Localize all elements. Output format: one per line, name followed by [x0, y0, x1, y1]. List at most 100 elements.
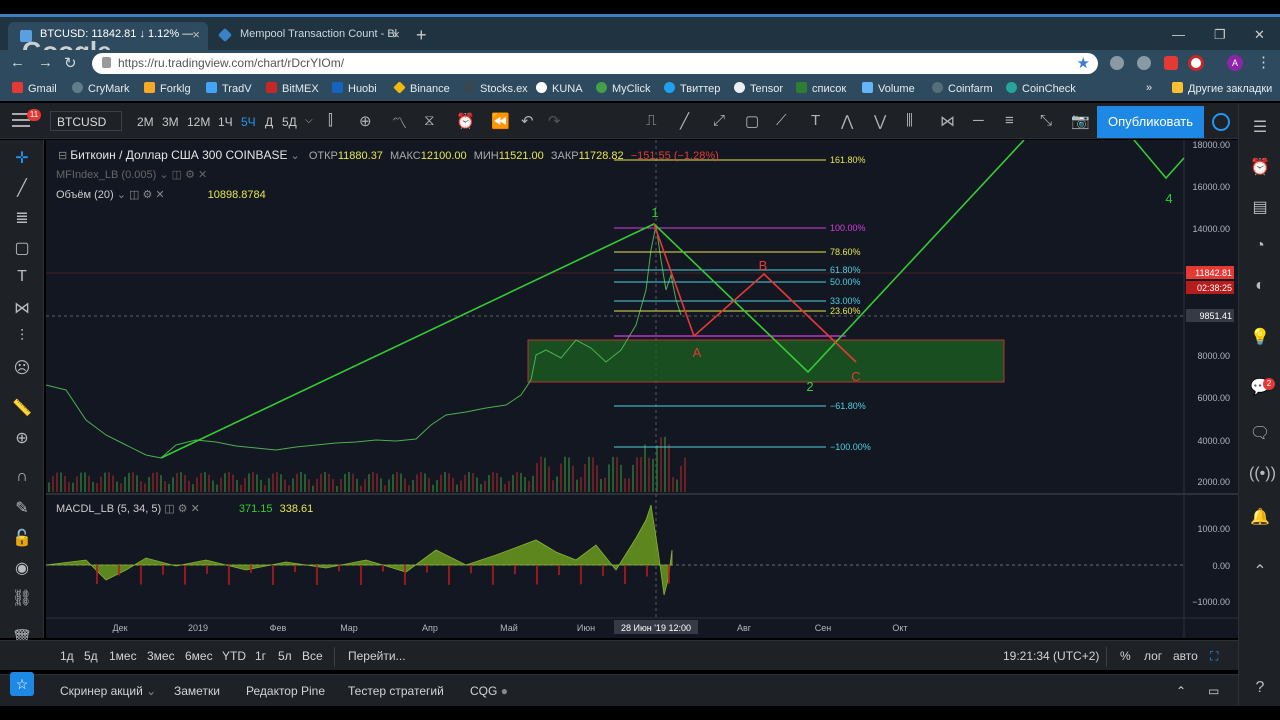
profile-avatar[interactable]: A [1227, 55, 1243, 71]
panel-strategy-tester[interactable]: Тестер стратегий [348, 684, 444, 698]
redo-icon[interactable]: ↷ [548, 112, 561, 130]
close-window-button[interactable]: ✕ [1254, 27, 1265, 43]
forecast-tool-icon[interactable]: ⫶ [11, 328, 33, 346]
range-1m[interactable]: 1мес [109, 649, 137, 663]
pattern-icon[interactable]: ⋈ [940, 112, 955, 130]
ruler-icon[interactable]: 📏 [11, 398, 33, 418]
range-6m[interactable]: 6мес [185, 649, 213, 663]
bookmark-star-icon[interactable]: ★ [1077, 54, 1090, 72]
bookmarks-overflow-button[interactable]: » [1146, 82, 1152, 94]
chevron-down-icon[interactable]: ⌵ [305, 115, 313, 126]
bookmark-kuna[interactable]: KUNA [536, 82, 583, 95]
trendline-tool-icon[interactable]: ╱ [11, 178, 33, 198]
alert-icon[interactable]: ⏰ [456, 112, 475, 130]
horizontal-line-icon[interactable]: ─ [973, 112, 984, 129]
replay-icon[interactable]: ⏪ [491, 112, 510, 130]
extension-icon[interactable] [1164, 56, 1178, 70]
bookmark-forklog[interactable]: Forklg [144, 82, 191, 95]
interval-12m[interactable]: 12M [187, 115, 210, 129]
maximize-panel-icon[interactable]: ▭ [1208, 684, 1219, 698]
indicators-icon[interactable]: 〽 [392, 112, 407, 133]
text-icon[interactable]: T [811, 112, 820, 129]
bookmark-coinfarm[interactable]: Coinfarm [932, 82, 993, 95]
panel-notes[interactable]: Заметки [174, 684, 220, 698]
minimize-button[interactable]: — [1172, 27, 1185, 42]
url-field[interactable]: https://ru.tradingview.com/chart/rDcrYIO… [92, 53, 1098, 74]
bookmark-tensor[interactable]: Tensor [734, 82, 783, 95]
price-chart-svg[interactable]: 18000.0016000.0014000.0010000.008000.006… [46, 140, 1238, 638]
fullscreen-icon[interactable]: ⛶ [1210, 649, 1218, 664]
interval-5h[interactable]: 5Ч [241, 115, 256, 129]
undo-icon[interactable]: ↶ [521, 112, 534, 130]
data-window-icon[interactable]: ◔ [1249, 237, 1271, 255]
templates-icon[interactable]: ⧖ [424, 112, 435, 129]
range-all[interactable]: Все [302, 649, 323, 663]
tab-mempool[interactable]: Mempool Transaction Count - Bl × [208, 22, 408, 50]
streams-icon[interactable]: ((•)) [1249, 465, 1276, 483]
goto-date-button[interactable]: Перейти... [348, 649, 406, 663]
collapse-icon[interactable]: ⌃ [1249, 561, 1271, 581]
extension-icon[interactable] [1110, 56, 1124, 70]
trendline-icon[interactable]: ╱ [680, 112, 689, 130]
eye-icon[interactable]: ◉ [11, 558, 33, 578]
forward-arrow-icon[interactable]: → [38, 54, 53, 71]
candles-icon[interactable]: ⫿ [328, 112, 333, 129]
emoji-tool-icon[interactable]: ☹ [11, 358, 33, 378]
bookmark-twitter[interactable]: Твиттер [664, 82, 720, 95]
interval-3m[interactable]: 3M [162, 115, 179, 129]
stream-button[interactable] [1207, 106, 1235, 138]
bookmark-list[interactable]: список [796, 82, 846, 95]
bookmark-coincheck[interactable]: CoinCheck [1006, 82, 1076, 95]
notifications-icon[interactable]: 🔔 [1249, 507, 1271, 527]
list-icon[interactable]: ≡ [1005, 112, 1014, 129]
bookmark-crymark[interactable]: CryMark [72, 82, 130, 95]
ray-icon[interactable]: ⤢ [713, 112, 725, 129]
alarm-icon[interactable]: ⏰ [1249, 157, 1271, 177]
add-indicator-icon[interactable]: ⊕ [359, 112, 372, 130]
elliott-icon[interactable]: ⋀ [841, 112, 853, 130]
range-5d[interactable]: 5д [84, 649, 98, 663]
range-1d[interactable]: 1д [60, 649, 74, 663]
chevron-up-icon[interactable]: ⌃ [1176, 684, 1186, 698]
interval-2m[interactable]: 2M [137, 115, 154, 129]
panel-pine-editor[interactable]: Редактор Pine [246, 684, 325, 698]
range-3m[interactable]: 3мес [147, 649, 175, 663]
star-icon[interactable]: ☆ [10, 672, 34, 696]
new-tab-button[interactable]: + [416, 25, 427, 46]
link-icon[interactable]: ⛓ [11, 588, 33, 608]
bookmark-gmail[interactable]: Gmail [12, 82, 57, 95]
reload-icon[interactable]: ↻ [64, 54, 77, 72]
watchlist-icon[interactable]: ☰ [1249, 117, 1271, 137]
back-arrow-icon[interactable]: ← [10, 54, 25, 71]
bookmark-huobi[interactable]: Huobi [332, 82, 377, 95]
interval-5d[interactable]: 5Д [282, 115, 297, 129]
chart-pane[interactable]: 18000.0016000.0014000.0010000.008000.006… [46, 140, 1238, 638]
log-toggle[interactable]: лог [1144, 649, 1162, 663]
fav-drawing-icon[interactable]: ⎍ [646, 112, 657, 129]
text-tool-icon[interactable]: T [11, 268, 33, 286]
publish-button[interactable]: Опубликовать [1097, 106, 1204, 138]
bookmark-stocksex[interactable]: Stocks.ex [464, 82, 528, 95]
bookmark-binance[interactable]: Binance [393, 81, 450, 95]
path-icon[interactable]: ⟋ [776, 112, 787, 129]
bookmark-volume[interactable]: Volume [862, 82, 915, 95]
bookmark-tradv[interactable]: TradV [206, 82, 252, 95]
camera-icon[interactable]: 📷 [1071, 112, 1090, 130]
pattern-tool-icon[interactable]: ⋈ [11, 298, 33, 318]
help-icon[interactable]: ? [1249, 679, 1271, 697]
close-icon[interactable]: × [392, 27, 400, 42]
bookmark-myclick[interactable]: MyClick [596, 82, 651, 95]
percent-toggle[interactable]: % [1120, 649, 1131, 663]
messages-icon[interactable]: 🗨 [1249, 423, 1271, 443]
extension-icon[interactable] [1137, 56, 1151, 70]
shape-tool-icon[interactable]: ▢ [11, 238, 33, 258]
extension-icon[interactable] [1188, 55, 1204, 71]
other-bookmarks[interactable]: Другие закладки [1172, 82, 1272, 95]
bookmark-bitmex[interactable]: BitMEX [266, 82, 319, 95]
range-5y[interactable]: 5л [278, 649, 292, 663]
interval-1h[interactable]: 1Ч [218, 115, 233, 129]
hotlist-icon[interactable]: ◐ [1249, 277, 1271, 295]
panel-cqg[interactable]: CQG ● [470, 684, 508, 698]
news-icon[interactable]: ▤ [1249, 197, 1271, 217]
wave-icon[interactable]: ⋁ [874, 112, 886, 130]
